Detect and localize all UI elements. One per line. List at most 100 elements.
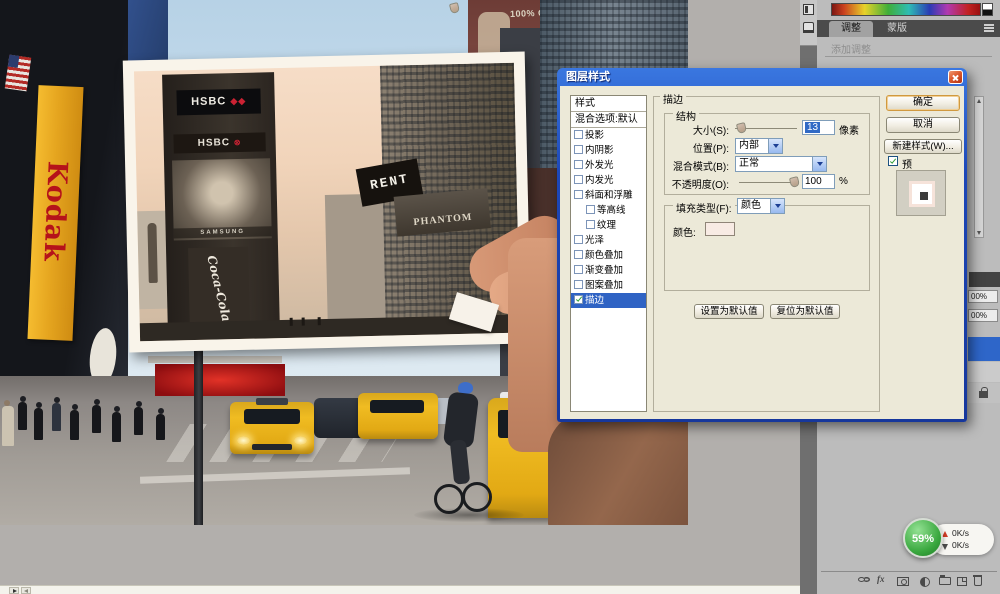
checkbox[interactable]: [574, 280, 583, 289]
horizontal-scrollbar[interactable]: [0, 585, 800, 594]
style-item-outer-glow[interactable]: 外发光: [571, 158, 646, 173]
vintage-pedestrian: [318, 317, 321, 325]
clone-source-panel-icon[interactable]: [803, 22, 814, 33]
style-item-contour[interactable]: 等高线: [571, 203, 646, 218]
styles-header[interactable]: 样式: [571, 96, 646, 112]
checkbox[interactable]: [574, 190, 583, 199]
checkbox-checked[interactable]: [574, 295, 583, 304]
size-unit: 像素: [839, 122, 859, 137]
set-default-button[interactable]: 设置为默认值: [694, 304, 764, 319]
opacity-slider-thumb[interactable]: [789, 176, 800, 188]
link-layers-icon[interactable]: [858, 577, 865, 582]
chevron-down-icon[interactable]: [770, 199, 784, 213]
checkbox[interactable]: [574, 250, 583, 259]
stroke-color-swatch[interactable]: [705, 222, 735, 236]
bike-rear-wheel: [434, 484, 464, 514]
checkbox[interactable]: [586, 220, 595, 229]
pedestrian: [70, 410, 79, 440]
add-adjustment-label: 添加调整: [831, 41, 871, 56]
style-item-inner-shadow[interactable]: 内阴影: [571, 143, 646, 158]
layer-style-fx-icon[interactable]: fx: [877, 574, 885, 584]
vintage-pedestrian: [290, 318, 293, 326]
checkbox[interactable]: [586, 205, 595, 214]
scroll-left-button[interactable]: [21, 587, 31, 594]
collapsed-panel-dock: [800, 0, 817, 46]
vintage-pedestrian: [302, 318, 305, 326]
add-layer-mask-icon[interactable]: [897, 577, 909, 586]
style-item-drop-shadow[interactable]: 投影: [571, 128, 646, 143]
color-row: 颜色:: [665, 222, 869, 238]
layers-opacity-field[interactable]: 00%: [968, 290, 998, 303]
cancel-button[interactable]: 取消: [886, 117, 960, 133]
style-item-satin[interactable]: 光泽: [571, 233, 646, 248]
style-item-pattern-overlay[interactable]: 图案叠加: [571, 278, 646, 293]
opacity-unit: %: [839, 176, 848, 187]
pedestrian: [52, 403, 61, 431]
color-spectrum-ramp[interactable]: [831, 3, 981, 16]
tab-masks[interactable]: 蒙版: [875, 21, 919, 37]
layers-footer-divider: [821, 571, 997, 572]
dialog-body: 样式 混合选项:默认 投影 内阴影 外发光 内发光 斜面和浮雕 等高线 纹理 光…: [560, 86, 964, 419]
style-item-texture[interactable]: 纹理: [571, 218, 646, 233]
ok-button[interactable]: 确定: [886, 95, 960, 111]
structure-group: 结构 大小(S): 13 像素 位置(P): 内部 混合模式(B):: [664, 113, 870, 195]
layers-fill-field[interactable]: 00%: [968, 309, 998, 322]
checkbox[interactable]: [574, 160, 583, 169]
layer-row[interactable]: [968, 362, 1000, 382]
up-arrow-icon: [977, 99, 981, 103]
kodak-banner-text: Kodak: [35, 104, 75, 319]
pedestrian-crowd: [0, 386, 185, 516]
checkbox[interactable]: [574, 175, 583, 184]
yellow-taxi-1: [230, 402, 314, 454]
panel-menu-icon[interactable]: [984, 27, 994, 29]
checkbox[interactable]: [574, 130, 583, 139]
blend-mode-select[interactable]: 正常: [735, 156, 827, 172]
style-item-stroke[interactable]: 描边: [571, 293, 646, 308]
size-input[interactable]: 13: [802, 120, 835, 135]
position-select[interactable]: 内部: [735, 138, 783, 154]
pedestrian: [156, 414, 165, 440]
style-item-gradient-overlay[interactable]: 渐变叠加: [571, 263, 646, 278]
preview-core: [920, 192, 928, 200]
new-layer-icon[interactable]: [957, 577, 967, 586]
reset-default-button[interactable]: 复位为默认值: [770, 304, 840, 319]
close-button[interactable]: [948, 70, 963, 84]
opacity-input[interactable]: 100: [802, 174, 835, 189]
battery-percent-badge[interactable]: 59%: [903, 518, 943, 558]
layers-panel-header: [969, 272, 1000, 287]
opacity-slider-track[interactable]: [739, 182, 797, 183]
checkbox[interactable]: [574, 265, 583, 274]
delete-layer-icon[interactable]: [974, 577, 982, 586]
stroke-group-label: 描边: [660, 91, 686, 106]
checkbox[interactable]: [574, 145, 583, 154]
chevron-down-icon[interactable]: [812, 157, 826, 171]
fill-type-select[interactable]: 颜色: [737, 198, 785, 214]
blend-mode-row: 混合模式(B): 正常: [665, 156, 869, 172]
panel-tabbar: 调整 蒙版: [817, 20, 1000, 37]
swatches-panel-icon[interactable]: [803, 4, 814, 15]
checkbox[interactable]: [574, 235, 583, 244]
taxi-headlight: [294, 436, 307, 445]
bw-swatches[interactable]: [982, 3, 993, 16]
us-flag: [5, 55, 32, 92]
selected-layer-row[interactable]: [968, 337, 1000, 361]
hand-thumb: [449, 2, 460, 14]
download-rate: 0K/s: [952, 540, 969, 550]
pedestrian: [2, 406, 14, 446]
opacity-row: 不透明度(O): 100 %: [665, 174, 869, 190]
style-item-bevel-emboss[interactable]: 斜面和浮雕: [571, 188, 646, 203]
preview-checkbox[interactable]: [888, 156, 898, 166]
tab-adjustments[interactable]: 调整: [829, 21, 873, 37]
panel-scrollbar[interactable]: [974, 96, 984, 238]
style-item-color-overlay[interactable]: 颜色叠加: [571, 248, 646, 263]
blending-options-item[interactable]: 混合选项:默认: [571, 112, 646, 128]
new-style-button[interactable]: 新建样式(W)...: [884, 139, 962, 154]
chevron-down-icon[interactable]: [768, 139, 782, 153]
pedestrian: [92, 405, 101, 433]
adjustment-layer-icon[interactable]: [920, 577, 930, 587]
preview-swatch: [909, 181, 935, 207]
style-item-inner-glow[interactable]: 内发光: [571, 173, 646, 188]
scroll-right-button[interactable]: [9, 587, 19, 594]
new-group-icon[interactable]: [939, 577, 951, 585]
size-slider-thumb[interactable]: [736, 122, 747, 134]
